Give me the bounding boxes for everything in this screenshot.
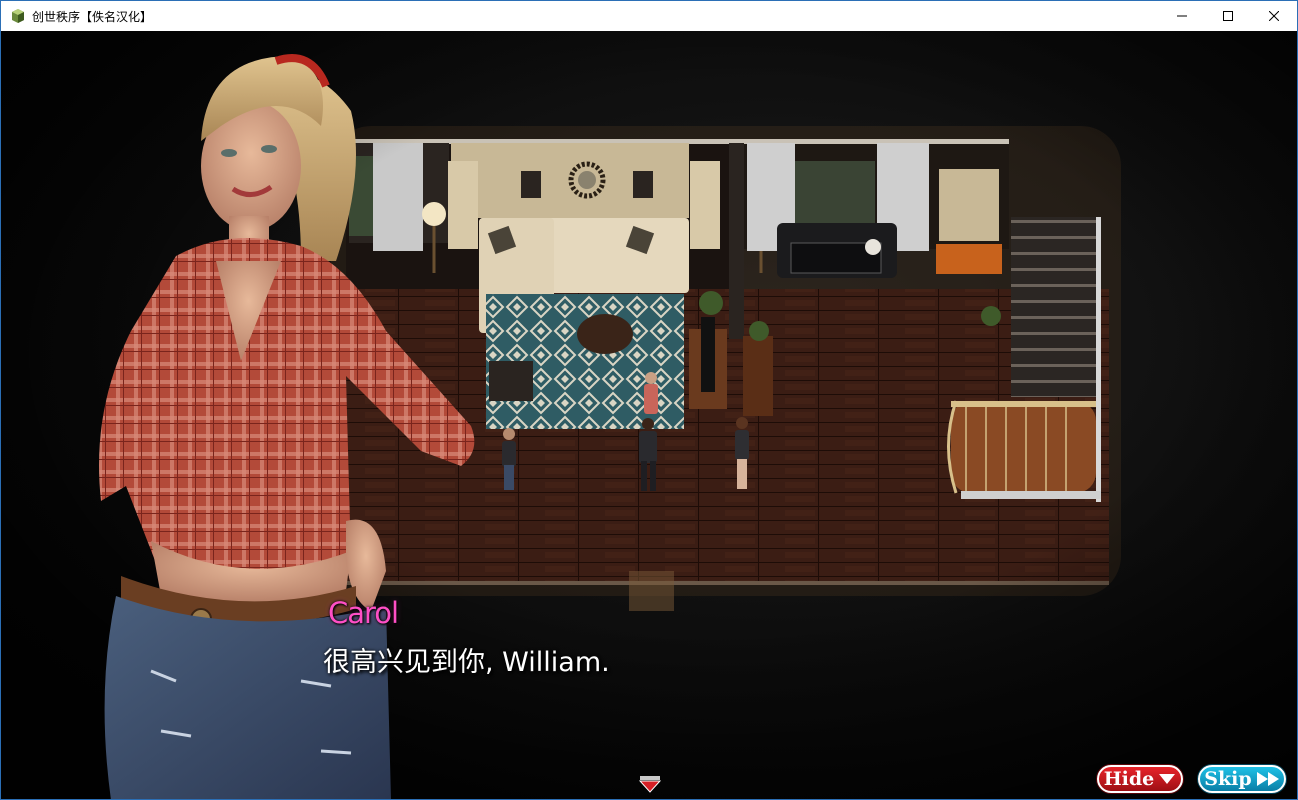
window-controls [1159,1,1297,31]
speaker-name: Carol [328,596,399,630]
maximize-button[interactable] [1205,1,1251,31]
hide-button-label: Hide [1103,768,1155,790]
triangle-down-icon [1159,774,1176,784]
minimize-icon [1177,15,1187,17]
window-title: 创世秩序【佚名汉化】 [32,9,153,24]
maximize-icon [1223,11,1233,21]
scene-background [1,31,1297,799]
title-bar: 创世秩序【佚名汉化】 [1,1,1297,31]
skip-button[interactable]: Skip [1198,765,1286,793]
hide-button[interactable]: Hide [1097,765,1183,793]
continue-arrow-icon[interactable] [639,775,661,793]
minimize-button[interactable] [1159,1,1205,31]
app-icon [12,9,24,23]
close-icon [1269,11,1279,21]
close-button[interactable] [1251,1,1297,31]
game-window: 创世秩序【佚名汉化】 Carol 很高兴见到你, William. Hide S… [0,0,1298,800]
game-viewport[interactable]: Carol 很高兴见到你, William. Hide Skip [1,31,1297,799]
fast-forward-icon [1256,772,1279,786]
skip-button-label: Skip [1204,768,1252,790]
dialogue-text: 很高兴见到你, William. [323,647,610,678]
